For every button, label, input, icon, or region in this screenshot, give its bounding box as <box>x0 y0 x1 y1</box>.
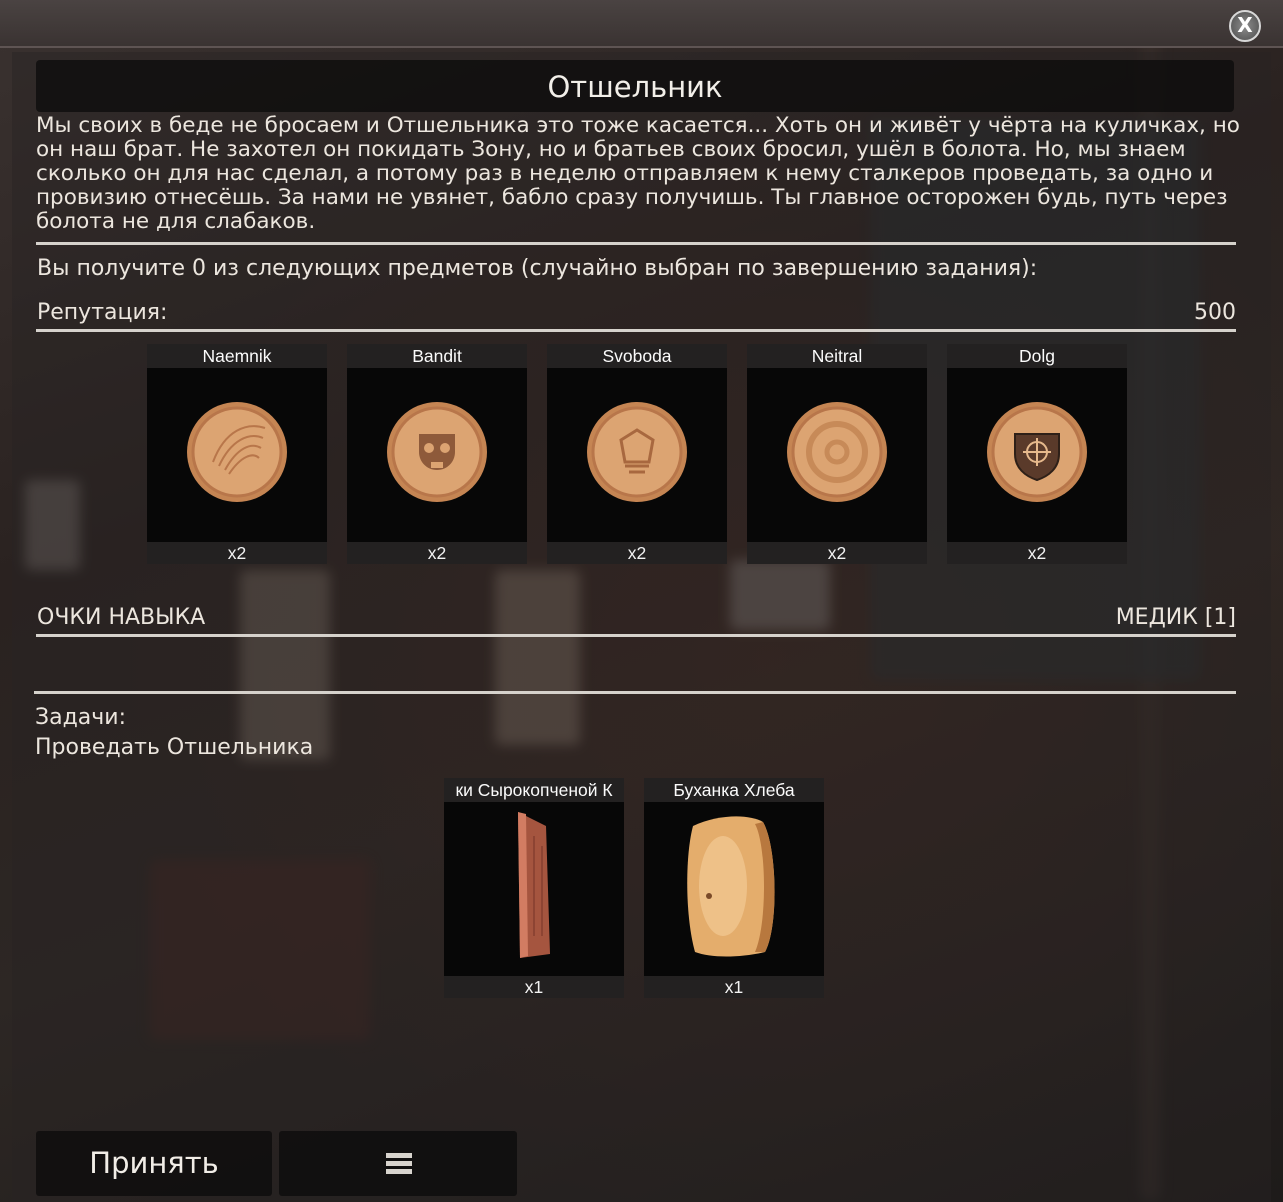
quest-list-button[interactable] <box>279 1131 517 1196</box>
reward-item-dolg[interactable]: Dolg x2 <box>947 344 1127 564</box>
item-name: Svoboda <box>602 346 672 366</box>
divider <box>36 329 1236 332</box>
sausage-icon <box>504 806 564 970</box>
divider <box>34 691 1236 694</box>
rewards-choice-text: Вы получите 0 из следующих предметов (сл… <box>37 256 1038 281</box>
bandit-coin-icon <box>385 400 489 508</box>
neitral-coin-icon <box>785 400 889 508</box>
reward-item-svoboda[interactable]: Svoboda x2 <box>547 344 727 564</box>
divider <box>36 634 1236 637</box>
item-count: x1 <box>444 976 624 998</box>
item-name: Neitral <box>811 346 863 366</box>
item-count: x2 <box>147 542 327 564</box>
item-count: x2 <box>947 542 1127 564</box>
naemnik-coin-icon <box>185 400 289 508</box>
bread-loaf-icon <box>679 806 789 970</box>
task-item-bread[interactable]: Буханка Хлеба x1 <box>644 778 824 998</box>
reward-item-neitral[interactable]: Neitral x2 <box>747 344 927 564</box>
svoboda-coin-icon <box>585 400 689 508</box>
item-name: Буханка Хлеба <box>673 780 795 800</box>
task-text: Проведать Отшельника <box>35 735 314 760</box>
skill-points-value: МЕДИК [1] <box>1115 605 1236 630</box>
dolg-coin-icon <box>985 400 1089 508</box>
reputation-value: 500 <box>1194 300 1236 325</box>
accept-button[interactable]: Принять <box>36 1131 272 1196</box>
tasks-label: Задачи: <box>35 705 126 730</box>
item-name: ки Сырокопченой К <box>455 780 613 800</box>
window-top-bar <box>0 0 1283 48</box>
item-name: Naemnik <box>202 346 272 366</box>
reputation-label: Репутация: <box>37 300 168 325</box>
item-count: x2 <box>547 542 727 564</box>
list-icon <box>384 1147 414 1188</box>
item-name: Dolg <box>1019 346 1055 366</box>
reward-item-naemnik[interactable]: Naemnik x2 <box>147 344 327 564</box>
item-count: x2 <box>347 542 527 564</box>
item-count: x2 <box>747 542 927 564</box>
quest-title: Отшельник <box>547 70 723 104</box>
item-count: x1 <box>644 976 824 998</box>
task-item-sausage[interactable]: ки Сырокопченой К x1 <box>444 778 624 998</box>
close-button[interactable]: X <box>1229 10 1261 42</box>
reward-item-bandit[interactable]: Bandit x2 <box>347 344 527 564</box>
quest-description: Мы своих в беде не бросаем и Отшельника … <box>36 113 1240 234</box>
divider <box>36 242 1236 245</box>
item-name: Bandit <box>412 346 462 366</box>
skill-points-label: ОЧКИ НАВЫКА <box>37 605 206 630</box>
